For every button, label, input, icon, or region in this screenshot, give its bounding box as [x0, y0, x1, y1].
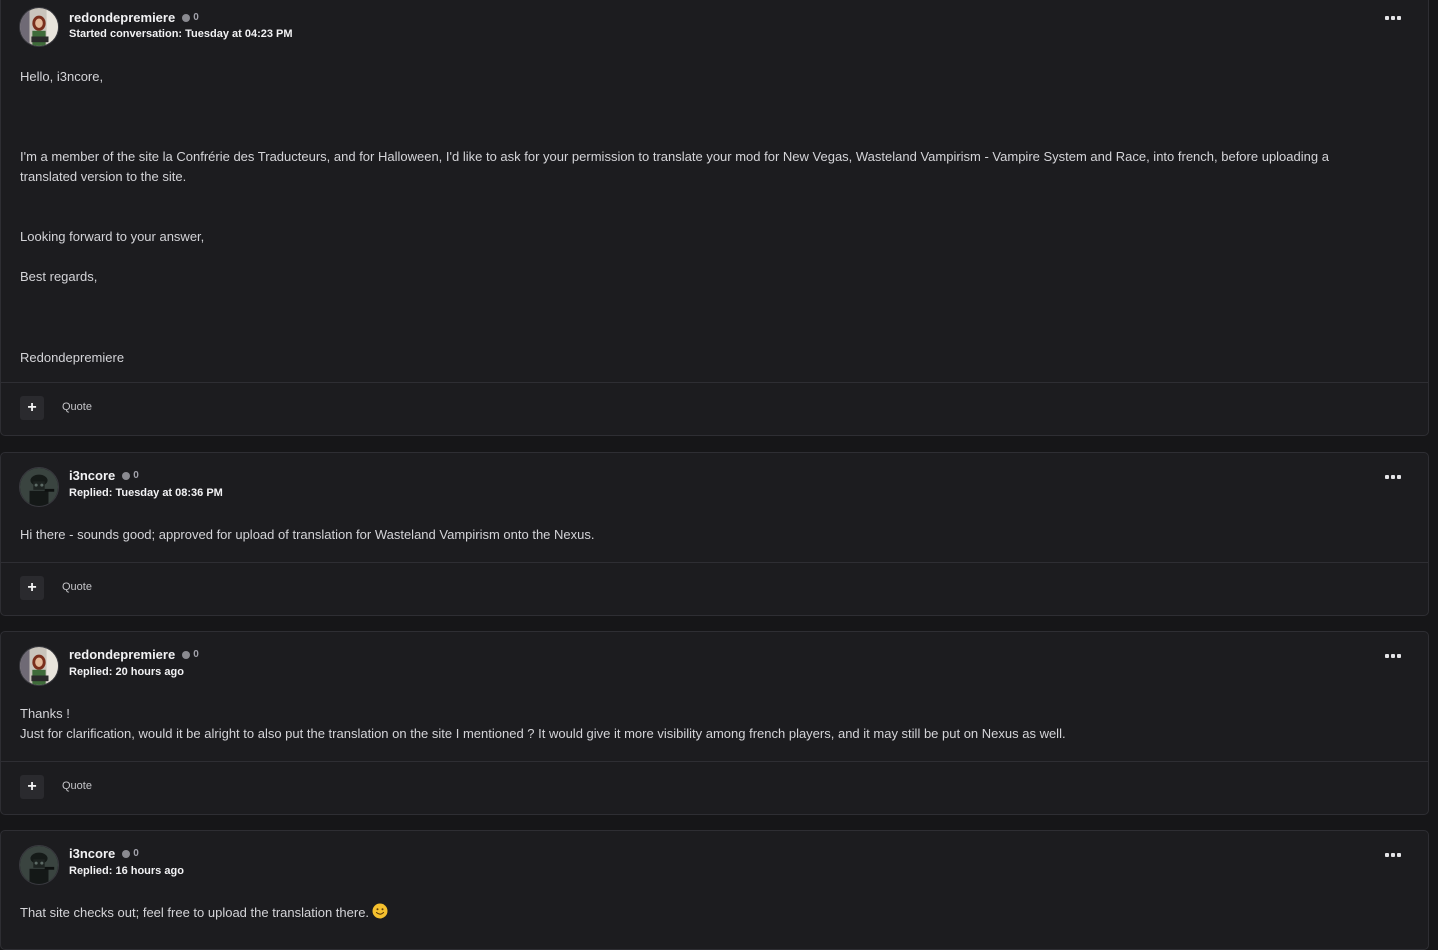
- avatar[interactable]: [19, 7, 59, 47]
- reputation-count: 0: [193, 12, 199, 23]
- reputation-count: 0: [133, 470, 139, 481]
- conversation-post: redondepremiere 0 Replied: 20 hours ago …: [0, 631, 1429, 815]
- woman-avatar-icon: [20, 647, 58, 685]
- post-paragraph: Hello, i3ncore,: [20, 69, 104, 84]
- post-meta: Started conversation: Tuesday at 04:23 P…: [69, 28, 293, 40]
- author-line: i3ncore 0: [69, 846, 139, 861]
- more-options-icon[interactable]: [1384, 647, 1402, 665]
- author-name[interactable]: redondepremiere: [69, 10, 175, 25]
- post-paragraph-text: That site checks out; feel free to uploa…: [20, 905, 370, 920]
- post-header: redondepremiere 0 Replied: 20 hours ago: [1, 632, 1428, 686]
- avatar[interactable]: [19, 467, 59, 507]
- post-header: i3ncore 0 Replied: Tuesday at 08:36 PM: [1, 453, 1428, 507]
- avatar[interactable]: [19, 646, 59, 686]
- post-header: i3ncore 0 Replied: 16 hours ago: [1, 831, 1428, 885]
- react-plus-button[interactable]: +: [20, 576, 44, 600]
- post-paragraph: That site checks out; feel free to uploa…: [20, 903, 1409, 923]
- author-line: redondepremiere 0: [69, 647, 199, 662]
- post-paragraph: Best regards,: [20, 269, 98, 284]
- react-plus-button[interactable]: +: [20, 775, 44, 799]
- quote-button[interactable]: Quote: [62, 581, 92, 593]
- post-body: Thanks ! Just for clarification, would i…: [1, 686, 1428, 744]
- post-paragraph: Hi there - sounds good; approved for upl…: [20, 527, 595, 542]
- conversation-post: i3ncore 0 Replied: 16 hours ago That sit…: [0, 830, 1429, 950]
- reputation-badge: 0: [122, 848, 139, 859]
- post-footer: + Quote: [1, 382, 1428, 435]
- reputation-dot-icon: [122, 849, 131, 858]
- reputation-dot-icon: [122, 471, 131, 480]
- react-plus-button[interactable]: +: [20, 396, 44, 420]
- smiley-emoji-icon: [372, 903, 388, 919]
- post-header: redondepremiere 0 Started conversation: …: [1, 0, 1428, 49]
- post-body: That site checks out; feel free to uploa…: [1, 885, 1428, 923]
- post-paragraph: Just for clarification, would it be alri…: [20, 726, 1066, 741]
- author-name[interactable]: i3ncore: [69, 846, 115, 861]
- post-meta: Replied: 20 hours ago: [69, 666, 184, 678]
- soldier-avatar-icon: [20, 468, 58, 506]
- post-paragraph: Looking forward to your answer,: [20, 229, 205, 244]
- reputation-badge: 0: [122, 470, 139, 481]
- conversation-post: redondepremiere 0 Started conversation: …: [0, 0, 1429, 436]
- quote-button[interactable]: Quote: [62, 780, 92, 792]
- reputation-count: 0: [133, 848, 139, 859]
- more-options-icon[interactable]: [1384, 468, 1402, 486]
- avatar[interactable]: [19, 845, 59, 885]
- post-body: Hi there - sounds good; approved for upl…: [1, 507, 1428, 545]
- conversation-post: i3ncore 0 Replied: Tuesday at 08:36 PM H…: [0, 452, 1429, 616]
- author-line: i3ncore 0: [69, 468, 139, 483]
- post-footer: + Quote: [1, 562, 1428, 615]
- reputation-badge: 0: [182, 649, 199, 660]
- soldier-avatar-icon: [20, 846, 58, 884]
- reputation-count: 0: [193, 649, 199, 660]
- author-line: redondepremiere 0: [69, 10, 199, 25]
- more-options-icon[interactable]: [1384, 9, 1402, 27]
- post-paragraph: Thanks !: [20, 706, 70, 721]
- quote-button[interactable]: Quote: [62, 401, 92, 413]
- reputation-dot-icon: [182, 650, 191, 659]
- post-footer: + Quote: [1, 761, 1428, 814]
- post-paragraph: I'm a member of the site la Confrérie de…: [20, 149, 1329, 184]
- post-body: Hello, i3ncore, I'm a member of the site…: [1, 49, 1428, 368]
- reputation-badge: 0: [182, 12, 199, 23]
- post-meta: Replied: 16 hours ago: [69, 865, 184, 877]
- author-name[interactable]: redondepremiere: [69, 647, 175, 662]
- author-name[interactable]: i3ncore: [69, 468, 115, 483]
- woman-avatar-icon: [20, 8, 58, 46]
- post-paragraph: Redondepremiere: [20, 350, 125, 365]
- post-meta: Replied: Tuesday at 08:36 PM: [69, 487, 223, 499]
- more-options-icon[interactable]: [1384, 846, 1402, 864]
- reputation-dot-icon: [182, 13, 191, 22]
